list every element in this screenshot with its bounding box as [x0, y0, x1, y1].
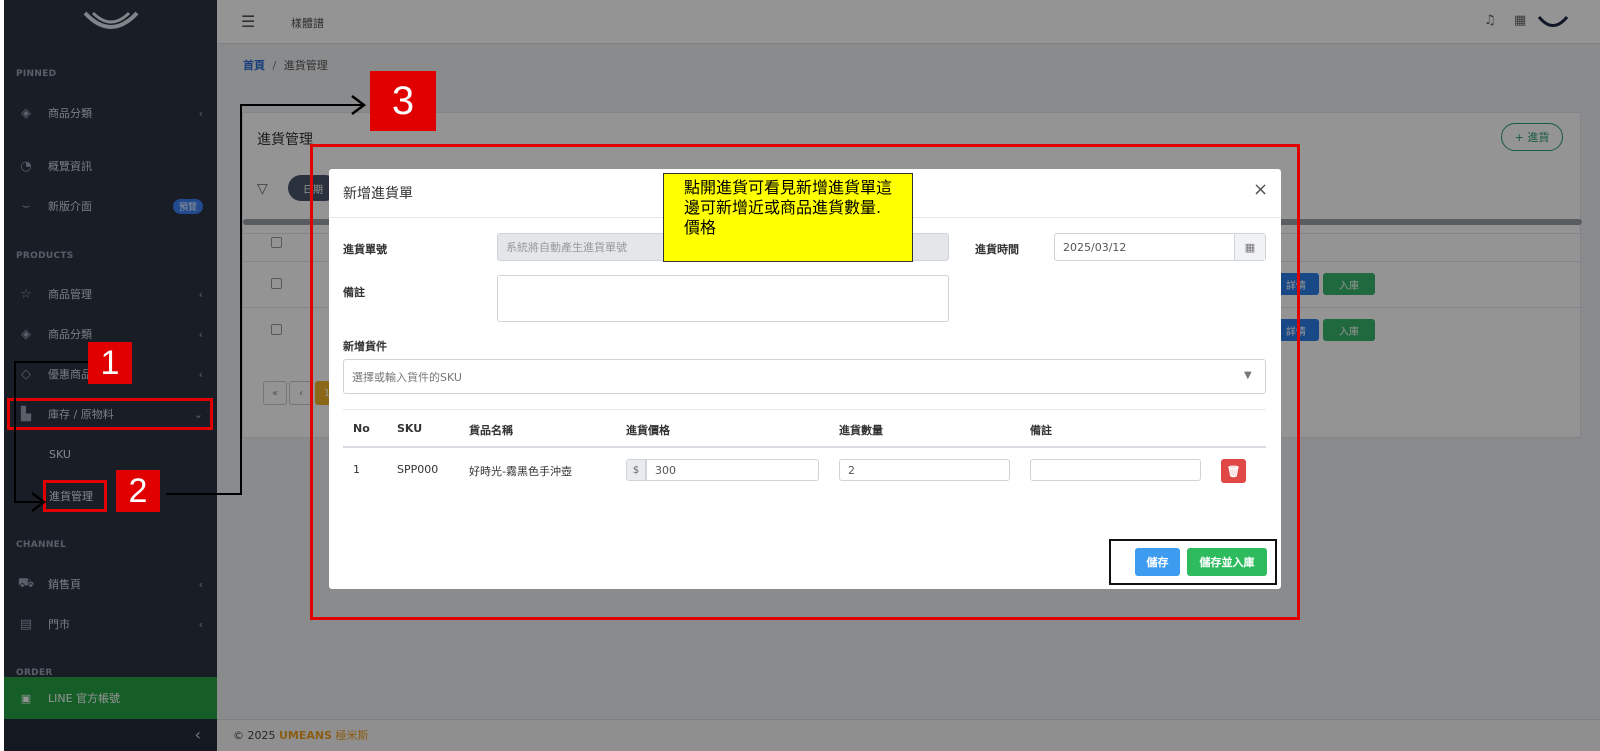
annotation-arrow-line: [14, 361, 88, 363]
annotation-arrowhead: [351, 95, 366, 115]
annotation-callout: 點開進貨可看見新增進貨單這邊可新增近或商品進貨數量.價格: [663, 173, 913, 262]
annotation-step-1: 1: [88, 342, 132, 384]
annotation-step-3: 3: [370, 71, 436, 131]
annotation-purchase-frame: [43, 480, 107, 512]
annotation-arrow-line: [166, 493, 242, 495]
annotation-buttons-frame: [1109, 539, 1277, 585]
annotation-arrow-line: [240, 104, 242, 495]
annotation-arrow-line: [240, 104, 364, 106]
annotation-arrowhead: [31, 492, 46, 512]
annotation-inventory-frame: [7, 398, 213, 430]
annotation-step-2: 2: [116, 470, 160, 512]
annotation-arrow-line: [14, 361, 16, 503]
